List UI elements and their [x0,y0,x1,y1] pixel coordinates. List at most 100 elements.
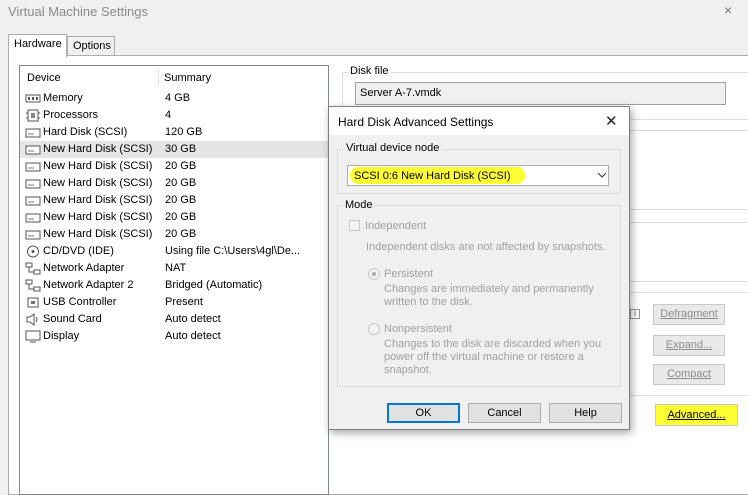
device-row-display[interactable]: Display Auto detect [20,328,328,345]
dialog-titlebar: Hard Disk Advanced Settings ✕ [329,107,629,135]
device-name: Processors [43,109,99,121]
device-row-new-hard-disk[interactable]: New Hard Disk (SCSI) 20 GB [20,226,328,243]
device-summary: NAT [165,262,187,274]
device-row-new-hard-disk[interactable]: New Hard Disk (SCSI) 20 GB [20,192,328,209]
hard-disk-icon [25,196,41,206]
window-close-icon[interactable]: × [724,2,732,18]
device-summary: 120 GB [165,126,203,138]
window-title: Virtual Machine Settings [8,4,148,19]
device-row-new-hard-disk[interactable]: New Hard Disk (SCSI) 20 GB [20,175,328,192]
device-summary: 20 GB [165,228,197,240]
hard-disk-icon [25,162,41,172]
persistent-label: Persistent [384,268,433,280]
tab-hardware[interactable]: Hardware [8,34,67,57]
device-summary: 4 GB [165,92,191,104]
virtual-device-node-group: SCSI 0:6 New Hard Disk (SCSI) [337,149,621,194]
persistent-description: written to the disk. [384,296,473,308]
device-row-network-adapter[interactable]: Network Adapter NAT [20,260,328,277]
nonpersistent-description: Changes to the disk are discarded when y… [384,338,602,350]
hard-disk-icon [25,213,41,223]
device-summary: 20 GB [165,177,197,189]
device-list[interactable]: Device Summary Memory 4 GB Processors 4 … [19,65,329,495]
sound-card-icon [26,313,38,326]
compact-button[interactable]: Compact [653,364,725,385]
chevron-down-icon [597,172,607,178]
device-summary: 20 GB [165,211,197,223]
device-row-new-hard-disk[interactable]: New Hard Disk (SCSI) 30 GB [20,141,328,158]
processor-icon [26,109,40,122]
device-row-network-adapter-2[interactable]: Network Adapter 2 Bridged (Automatic) [20,277,328,294]
dialog-title: Hard Disk Advanced Settings [338,115,494,129]
device-row-new-hard-disk[interactable]: New Hard Disk (SCSI) 20 GB [20,209,328,226]
device-name: New Hard Disk (SCSI) [43,194,153,206]
device-name: New Hard Disk (SCSI) [43,160,153,172]
nonpersistent-description: snapshot. [384,364,432,376]
device-summary: 4 [165,109,172,121]
defragment-button[interactable]: Defragment [653,304,725,325]
device-summary: Auto detect [165,330,221,342]
independent-label: Independent [365,220,427,232]
hard-disk-icon [25,230,41,240]
device-row-sound-card[interactable]: Sound Card Auto detect [20,311,328,328]
device-summary: 20 GB [165,194,197,206]
device-name: New Hard Disk (SCSI) [43,228,153,240]
device-row-cd-dvd[interactable]: CD/DVD (IDE) Using file C:\Users\4gl\De.… [20,243,328,260]
device-name: New Hard Disk (SCSI) [43,177,153,189]
device-name: Memory [43,92,83,104]
ok-button[interactable]: OK [387,403,460,423]
device-name: CD/DVD (IDE) [43,245,114,257]
device-summary: Using file C:\Users\4gl\De... [165,245,301,257]
device-list-header: Device Summary [20,66,328,88]
persistent-radio[interactable] [368,268,380,280]
help-button[interactable]: Help [549,403,622,423]
virtual-device-node-select[interactable]: SCSI 0:6 New Hard Disk (SCSI) [347,165,609,186]
advanced-button[interactable]: Advanced... [655,404,738,426]
column-header-summary[interactable]: Summary [164,72,211,84]
disk-file-field[interactable]: Server A-7.vmdk [355,82,726,105]
device-name: Sound Card [43,313,102,325]
device-name: Network Adapter 2 [43,279,134,291]
virtual-device-node-value: SCSI 0:6 New Hard Disk (SCSI) [354,170,511,182]
device-summary: Bridged (Automatic) [165,279,263,291]
hard-disk-icon [25,179,41,189]
device-row-hard-disk[interactable]: Hard Disk (SCSI) 120 GB [20,124,328,141]
nonpersistent-description: power off the virtual machine or restore… [384,351,584,363]
device-summary: 20 GB [165,160,197,172]
tab-options[interactable]: Options [67,36,115,56]
network-adapter-icon [25,262,41,275]
expand-button[interactable]: Expand... [653,335,725,356]
nonpersistent-label: Nonpersistent [384,323,452,335]
device-name: USB Controller [43,296,117,308]
independent-description: Independent disks are not affected by sn… [366,241,606,253]
disk-file-legend: Disk file [348,65,391,77]
cancel-button[interactable]: Cancel [468,403,541,423]
device-name: New Hard Disk (SCSI) [43,143,153,155]
device-name: Display [43,330,80,342]
cd-dvd-icon [27,245,39,258]
nonpersistent-radio[interactable] [368,323,380,335]
device-name: Network Adapter [43,262,125,274]
dialog-close-icon[interactable]: ✕ [605,112,618,130]
device-row-processors[interactable]: Processors 4 [20,107,328,124]
info-icon: i [630,309,640,319]
device-name: New Hard Disk (SCSI) [43,211,153,223]
device-name: Hard Disk (SCSI) [43,126,128,138]
network-adapter-icon [25,279,41,292]
display-icon [25,330,41,343]
device-summary: 30 GB [165,143,197,155]
device-summary: Auto detect [165,313,221,325]
hard-disk-icon [25,128,41,138]
device-row-memory[interactable]: Memory 4 GB [20,90,328,107]
usb-icon [27,297,39,308]
device-row-new-hard-disk[interactable]: New Hard Disk (SCSI) 20 GB [20,158,328,175]
hard-disk-advanced-dialog: Hard Disk Advanced Settings ✕ SCSI 0:6 N… [328,106,630,430]
hard-disk-icon [25,145,41,155]
virtual-device-node-legend: Virtual device node [344,142,442,154]
mode-legend: Mode [343,199,375,211]
column-header-device[interactable]: Device [27,72,61,84]
device-row-usb-controller[interactable]: USB Controller Present [20,294,328,311]
device-summary: Present [165,296,203,308]
independent-checkbox[interactable] [349,220,360,231]
memory-icon [25,94,41,103]
persistent-description: Changes are immediately and permanently [384,283,594,295]
